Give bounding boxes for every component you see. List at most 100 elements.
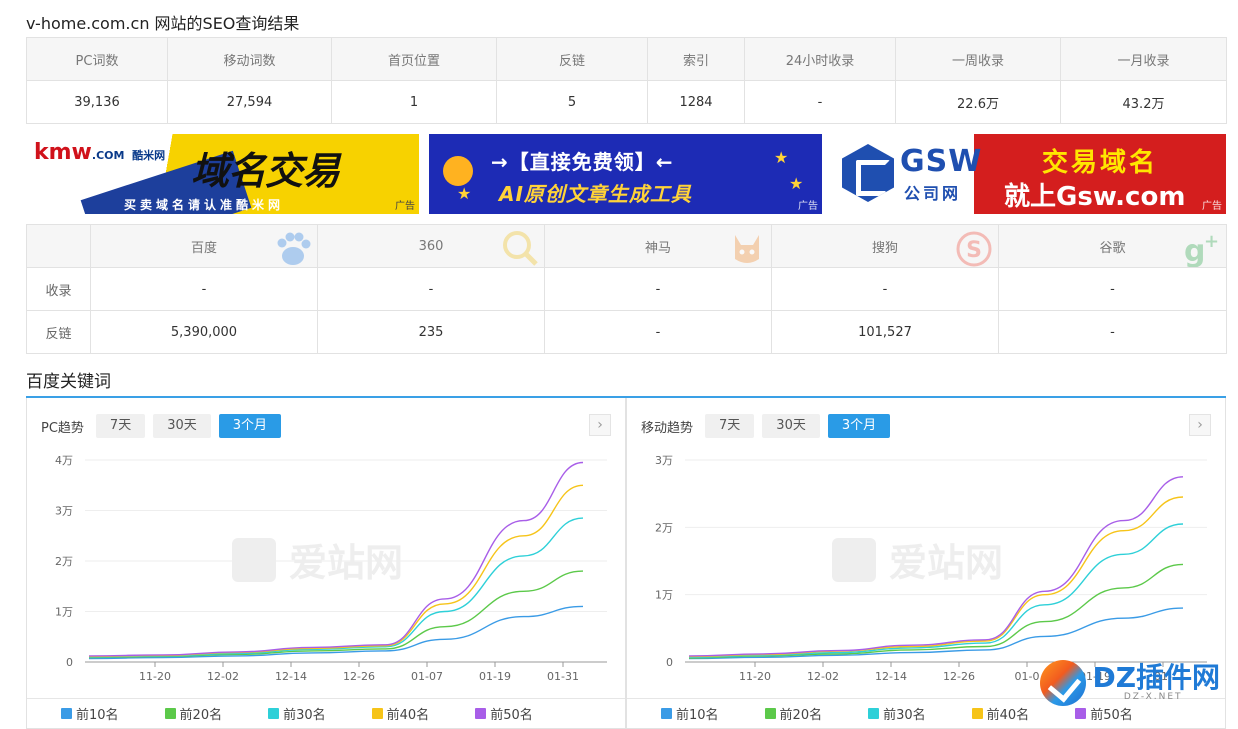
backlinks-google: - bbox=[998, 310, 1227, 354]
header-homepage-position: 首页位置 bbox=[331, 37, 497, 81]
legend-item[interactable]: 前30名 bbox=[268, 704, 326, 723]
value-mobile-words[interactable]: 27,594 bbox=[167, 80, 332, 124]
ad-tag: 广告 bbox=[798, 201, 818, 212]
range-3m-button[interactable]: 3个月 bbox=[218, 414, 282, 438]
paw-icon bbox=[277, 232, 311, 265]
ad-banner-ai-writer[interactable]: ★ ★ ★ →【直接免费领】← AI原创文章生成工具 广告 bbox=[429, 134, 822, 214]
header-week-indexed: 一周收录 bbox=[895, 37, 1061, 81]
kmw-logo: kmw.COM 酷米网 bbox=[34, 140, 166, 165]
value-month-indexed[interactable]: 43.2万 bbox=[1060, 80, 1227, 124]
pc-trend-title: PC趋势 bbox=[41, 420, 84, 436]
indexed-baidu: - bbox=[90, 267, 318, 311]
legend-item[interactable]: 前40名 bbox=[371, 704, 429, 723]
dz-watermark-badge: DZ插件网 DZ-X.NET bbox=[1040, 660, 1220, 706]
y-tick-label: 3万 bbox=[655, 454, 673, 467]
chart-watermark: 爱站网 bbox=[832, 538, 1003, 585]
star-icon: ★ bbox=[457, 184, 472, 203]
indexed-sogou: - bbox=[771, 267, 999, 311]
y-tick-label: 2万 bbox=[55, 555, 73, 568]
legend-item[interactable]: 前10名 bbox=[661, 704, 719, 723]
ad-banner-kmw[interactable]: kmw.COM 酷米网 域名交易 买卖域名请认准酷米网 广告 bbox=[26, 134, 419, 214]
y-tick-label: 3万 bbox=[55, 505, 73, 518]
chevron-right-icon[interactable]: › bbox=[589, 414, 611, 436]
y-tick-label: 0 bbox=[66, 656, 73, 669]
ad-banner-row: kmw.COM 酷米网 域名交易 买卖域名请认准酷米网 广告 ★ ★ ★ →【直… bbox=[26, 134, 1226, 214]
svg-text:S: S bbox=[966, 238, 982, 263]
header-month-indexed: 一月收录 bbox=[1060, 37, 1227, 81]
value-backlinks[interactable]: 5 bbox=[496, 80, 648, 124]
y-tick-label: 1万 bbox=[655, 589, 673, 602]
legend-item[interactable]: 前40名 bbox=[971, 704, 1029, 723]
legend-item[interactable]: 前50名 bbox=[1075, 704, 1133, 723]
x-tick-label: 12-02 bbox=[207, 670, 239, 683]
ad-banner-gsw[interactable]: GSW 公司网 交易域名 就上Gsw.com 广告 bbox=[832, 134, 1226, 214]
svg-text:爱站网: 爱站网 bbox=[889, 541, 1003, 585]
backlinks-360[interactable]: 235 bbox=[317, 310, 545, 354]
mobile-trend-header: 移动趋势 7天 30天 3个月 bbox=[641, 414, 898, 438]
legend-item[interactable]: 前20名 bbox=[764, 704, 822, 723]
x-tick-label: 01-31 bbox=[547, 670, 579, 683]
range-30d-button[interactable]: 30天 bbox=[153, 414, 211, 438]
mobile-trend-title: 移动趋势 bbox=[641, 420, 694, 436]
svg-text:爱站网: 爱站网 bbox=[289, 541, 403, 585]
x-tick-label: 12-26 bbox=[343, 670, 375, 683]
header-index: 索引 bbox=[647, 37, 745, 81]
y-tick-label: 0 bbox=[666, 656, 673, 669]
range-7d-button[interactable]: 7天 bbox=[705, 414, 755, 438]
x-tick-label: 01-0 bbox=[1015, 670, 1040, 683]
backlinks-sogou[interactable]: 101,527 bbox=[771, 310, 999, 354]
x-tick-label: 12-14 bbox=[875, 670, 907, 683]
engine-row-indexed: 收录 - - - - - bbox=[26, 267, 1227, 311]
value-week-indexed[interactable]: 22.6万 bbox=[895, 80, 1061, 124]
header-backlinks: 反链 bbox=[496, 37, 648, 81]
header-pc-words: PC词数 bbox=[26, 37, 168, 81]
x-tick-label: 11-20 bbox=[139, 670, 171, 683]
legend-item[interactable]: 前30名 bbox=[868, 704, 926, 723]
gsw-brand-sub: 公司网 bbox=[904, 184, 962, 203]
ad-tag: 广告 bbox=[395, 201, 415, 212]
seo-table-value-row: 39,136 27,594 1 5 1284 - 22.6万 43.2万 bbox=[26, 80, 1227, 124]
indexed-google: - bbox=[998, 267, 1227, 311]
pc-chart-legend: 前10名 前20名 前30名 前40名 前50名 bbox=[27, 698, 625, 728]
chevron-right-icon[interactable]: › bbox=[1189, 414, 1211, 436]
pc-trend-chart: 爱站网 0 1万 2万 3万 4万 11-20 12-02 12-14 12-26 01-07 01… bbox=[55, 454, 607, 683]
row-label-indexed: 收录 bbox=[26, 267, 91, 311]
value-index[interactable]: 1284 bbox=[647, 80, 745, 124]
seo-summary-table: PC词数 移动词数 首页位置 反链 索引 24小时收录 一周收录 一月收录 39… bbox=[26, 37, 1227, 124]
indexed-shenma: - bbox=[544, 267, 772, 311]
ad-subline: 就上Gsw.com bbox=[1004, 182, 1186, 212]
header-mobile-words: 移动词数 bbox=[167, 37, 332, 81]
x-tick-label: 12-02 bbox=[807, 670, 839, 683]
x-tick-label: 01-07 bbox=[411, 670, 443, 683]
legend-item[interactable]: 前10名 bbox=[61, 704, 119, 723]
y-tick-label: 2万 bbox=[655, 521, 673, 534]
engine-360: 360 bbox=[317, 224, 545, 268]
legend-item[interactable]: 前20名 bbox=[164, 704, 222, 723]
x-tick-label: 01-19 bbox=[479, 670, 511, 683]
range-30d-button[interactable]: 30天 bbox=[762, 414, 820, 438]
seo-table-header-row: PC词数 移动词数 首页位置 反链 索引 24小时收录 一周收录 一月收录 bbox=[26, 37, 1227, 81]
ad-headline: 域名交易 bbox=[191, 149, 340, 193]
indexed-360: - bbox=[317, 267, 545, 311]
legend-item[interactable]: 前50名 bbox=[475, 704, 533, 723]
gsw-brand: GSW bbox=[900, 144, 983, 179]
range-7d-button[interactable]: 7天 bbox=[95, 414, 146, 438]
engine-shenma: 神马 bbox=[544, 224, 772, 268]
backlinks-baidu[interactable]: 5,390,000 bbox=[90, 310, 318, 354]
engine-row-backlinks: 反链 5,390,000 235 - 101,527 - bbox=[26, 310, 1227, 354]
google-plus-icon: g+ bbox=[1184, 231, 1219, 267]
y-tick-label: 4万 bbox=[55, 454, 73, 467]
header-24h-indexed: 24小时收录 bbox=[744, 37, 896, 81]
range-3m-button[interactable]: 3个月 bbox=[827, 414, 891, 438]
dz-logo-icon bbox=[1040, 660, 1087, 706]
star-icon: ★ bbox=[789, 174, 804, 193]
mobile-trend-chart: 爱站网 01万2万3万11-20 12-02 12-14 12-26 01-0 01-19… bbox=[655, 454, 1207, 683]
value-pc-words[interactable]: 39,136 bbox=[26, 80, 168, 124]
engine-header-row: 百度 360 神马 搜狗 S 谷歌 g + bbox=[26, 224, 1227, 268]
pc-trend-header: PC趋势 7天 30天 3个月 bbox=[41, 414, 289, 438]
gsw-logo-icon bbox=[842, 144, 894, 202]
ad-headline: 交易域名 bbox=[1042, 148, 1159, 178]
engine-google: 谷歌 g + bbox=[998, 224, 1227, 268]
value-24h-indexed: - bbox=[744, 80, 896, 124]
megaphone-icon bbox=[443, 156, 473, 186]
